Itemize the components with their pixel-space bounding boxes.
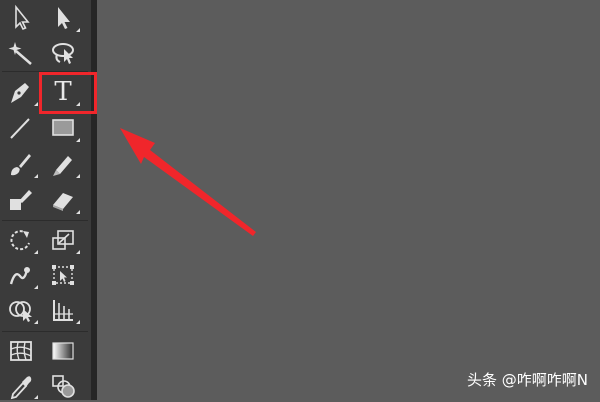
flyout-indicator bbox=[76, 174, 80, 178]
flyout-indicator bbox=[34, 174, 38, 178]
warp-icon bbox=[9, 267, 30, 285]
tools-panel: T bbox=[0, 0, 91, 400]
flyout-indicator bbox=[76, 210, 80, 214]
tool-group-divider bbox=[2, 331, 88, 332]
blob-brush-icon bbox=[10, 190, 32, 210]
paintbrush-icon bbox=[11, 154, 31, 176]
flyout-indicator bbox=[34, 320, 38, 324]
blob-brush-tool[interactable] bbox=[2, 183, 40, 217]
blend-tool[interactable] bbox=[44, 368, 82, 402]
flyout-indicator bbox=[76, 250, 80, 254]
flyout-indicator bbox=[34, 250, 38, 254]
gradient-tool[interactable] bbox=[44, 334, 82, 368]
flyout-indicator bbox=[76, 138, 80, 142]
line-segment-icon bbox=[10, 118, 30, 139]
tool-group-divider bbox=[2, 220, 88, 221]
scale-tool[interactable] bbox=[44, 223, 82, 257]
perspective-grid-icon bbox=[53, 300, 73, 321]
pencil-icon bbox=[53, 156, 72, 176]
eraser-tool[interactable] bbox=[44, 183, 82, 217]
flyout-indicator bbox=[34, 102, 38, 106]
direct-selection-tool[interactable] bbox=[44, 1, 82, 35]
watermark: 头条 @咋啊咋啊N bbox=[467, 371, 588, 389]
lasso-tool[interactable] bbox=[44, 36, 82, 70]
perspective-grid-tool[interactable] bbox=[44, 293, 82, 327]
flyout-indicator bbox=[76, 28, 80, 32]
magic-wand-tool[interactable] bbox=[2, 36, 40, 70]
gradient-icon bbox=[52, 342, 74, 360]
pen-tool[interactable] bbox=[2, 75, 40, 109]
paintbrush-tool[interactable] bbox=[2, 147, 40, 181]
selection-arrow-icon bbox=[15, 4, 30, 31]
line-segment-tool[interactable] bbox=[2, 111, 40, 145]
pencil-tool[interactable] bbox=[44, 147, 82, 181]
eyedropper-icon bbox=[10, 376, 32, 400]
magic-wand-icon bbox=[8, 42, 32, 65]
warp-tool[interactable] bbox=[2, 258, 40, 292]
flyout-indicator bbox=[34, 285, 38, 289]
free-transform-tool[interactable] bbox=[44, 258, 82, 292]
eyedropper-tool[interactable] bbox=[2, 368, 40, 402]
rectangle-tool[interactable] bbox=[44, 111, 82, 145]
toolbar-edge bbox=[91, 0, 97, 400]
shape-builder-icon bbox=[9, 301, 32, 322]
rotate-tool[interactable] bbox=[2, 223, 40, 257]
shape-builder-tool[interactable] bbox=[2, 293, 40, 327]
eraser-icon bbox=[53, 193, 73, 211]
mesh-icon bbox=[10, 341, 32, 361]
rotate-icon bbox=[10, 230, 30, 251]
mesh-tool[interactable] bbox=[2, 334, 40, 368]
rectangle-icon bbox=[52, 119, 74, 136]
lasso-icon bbox=[52, 43, 74, 64]
scale-icon bbox=[52, 230, 74, 250]
direct-selection-arrow-icon bbox=[58, 7, 70, 29]
selection-tool[interactable] bbox=[2, 1, 40, 35]
flyout-indicator bbox=[76, 320, 80, 324]
free-transform-icon bbox=[52, 265, 74, 285]
pen-icon bbox=[11, 83, 29, 103]
blend-icon bbox=[52, 375, 75, 398]
flyout-indicator bbox=[34, 395, 38, 399]
type-tool-highlight-box bbox=[39, 72, 97, 114]
